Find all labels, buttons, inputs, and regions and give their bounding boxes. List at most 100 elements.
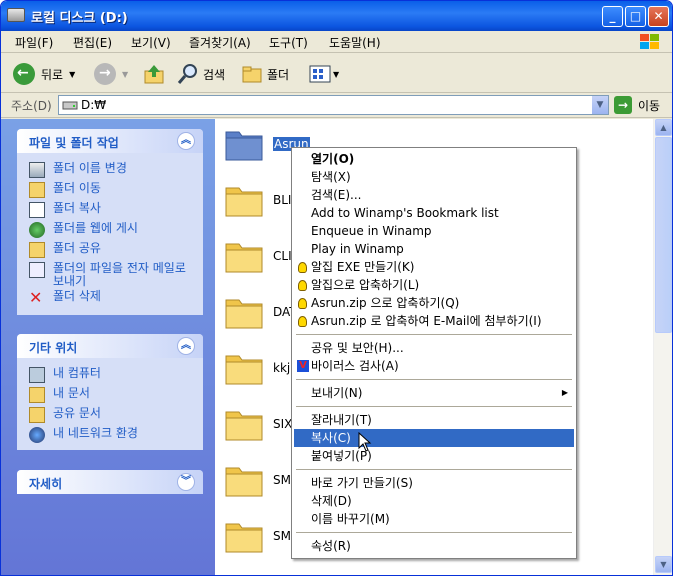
task-share[interactable]: 폴더 공유 xyxy=(29,242,101,258)
shared-folder-icon xyxy=(29,407,45,423)
menu-sharing-security[interactable]: 공유 및 보안(H)... xyxy=(294,339,574,357)
toolbar: ← 뒤로 ▼ → ▼ 검색 폴더 ▼ xyxy=(1,53,672,93)
folder-label: SM xyxy=(273,529,291,543)
address-bar: 주소(D) D:₩ ▼ → 이동 xyxy=(1,93,672,118)
address-value: D:₩ xyxy=(81,98,107,112)
collapse-icon[interactable]: ︽ xyxy=(177,337,195,355)
menu-help[interactable]: 도움말(H) xyxy=(329,34,381,51)
menu-properties[interactable]: 속성(R) xyxy=(294,537,574,555)
menu-separator xyxy=(296,532,572,533)
address-input[interactable]: D:₩ ▼ xyxy=(58,95,609,115)
menu-rename[interactable]: 이름 바꾸기(M) xyxy=(294,510,574,528)
menu-create-shortcut[interactable]: 바로 가기 만들기(S) xyxy=(294,474,574,492)
menu-compress-zip[interactable]: Asrun.zip 으로 압축하기(Q) xyxy=(294,294,574,312)
menu-separator xyxy=(296,334,572,335)
address-dropdown-button[interactable]: ▼ xyxy=(591,96,608,114)
folder-item[interactable]: SM xyxy=(215,455,295,505)
task-email[interactable]: 폴더의 파일을 전자 메일로 보내기 xyxy=(29,262,189,288)
back-dropdown-icon[interactable]: ▼ xyxy=(69,70,75,79)
folders-label: 폴더 xyxy=(267,67,290,82)
submenu-arrow-icon: ▶ xyxy=(561,388,568,397)
drive-small-icon xyxy=(62,101,78,110)
menu-tools[interactable]: 도구(T) xyxy=(269,34,308,51)
menu-copy[interactable]: 복사(C) xyxy=(294,429,574,447)
menu-edit[interactable]: 편집(E) xyxy=(73,34,112,51)
menu-alzip-compress[interactable]: 알집으로 압축하기(L) xyxy=(294,276,574,294)
expand-icon[interactable]: ︾ xyxy=(177,473,195,491)
search-button[interactable]: 검색 xyxy=(177,62,225,86)
task-label: 폴더 삭제 xyxy=(53,289,101,303)
scroll-up-button[interactable]: ▲ xyxy=(655,119,672,136)
menu-favorites[interactable]: 즐겨찾기(A) xyxy=(189,34,251,51)
menu-virus-scan[interactable]: V 바이러스 검사(A) xyxy=(294,357,574,375)
drive-icon xyxy=(7,8,25,22)
folders-icon xyxy=(242,66,262,83)
documents-folder-icon xyxy=(29,387,45,403)
menu-view[interactable]: 보기(V) xyxy=(131,34,171,51)
task-delete[interactable]: ✕ 폴더 삭제 xyxy=(29,290,101,306)
vertical-scrollbar[interactable]: ▲ ▼ xyxy=(653,119,672,575)
maximize-button[interactable]: □ xyxy=(625,6,646,27)
title-bar[interactable]: 로컬 디스크 (D:) _ □ ✕ xyxy=(1,1,672,31)
go-button[interactable]: → 이동 xyxy=(614,96,660,114)
place-network[interactable]: 내 네트워크 환경 xyxy=(29,427,138,443)
forward-button[interactable]: → ▼ xyxy=(94,62,128,86)
menu-cut[interactable]: 잘라내기(T) xyxy=(294,411,574,429)
folder-item[interactable]: CLI xyxy=(215,231,295,281)
task-move[interactable]: 폴더 이동 xyxy=(29,182,101,198)
menu-alzip-exe[interactable]: 알집 EXE 만들기(K) xyxy=(294,258,574,276)
menu-winamp-enqueue[interactable]: Enqueue in Winamp xyxy=(294,222,574,240)
menu-send-to[interactable]: 보내기(N) ▶ xyxy=(294,384,574,402)
place-label: 내 컴퓨터 xyxy=(53,366,101,380)
menu-explore[interactable]: 탐색(X) xyxy=(294,168,574,186)
folder-label: kkj xyxy=(273,361,291,375)
minimize-button[interactable]: _ xyxy=(602,6,623,27)
place-my-documents[interactable]: 내 문서 xyxy=(29,387,90,403)
close-button[interactable]: ✕ xyxy=(648,6,669,27)
folder-icon xyxy=(225,411,263,441)
task-copy[interactable]: 폴더 복사 xyxy=(29,202,101,218)
search-icon xyxy=(177,64,197,84)
task-label: 폴더 이름 변경 xyxy=(53,161,127,175)
folder-icon xyxy=(225,299,263,329)
task-publish-web[interactable]: 폴더를 웹에 게시 xyxy=(29,222,138,238)
collapse-icon[interactable]: ︽ xyxy=(177,132,195,150)
menu-paste[interactable]: 붙여넣기(P) xyxy=(294,447,574,465)
menu-label: 바이러스 검사(A) xyxy=(311,359,399,373)
folder-icon xyxy=(225,355,263,385)
task-label: 폴더 복사 xyxy=(53,201,101,215)
place-shared-documents[interactable]: 공유 문서 xyxy=(29,407,101,423)
menu-delete[interactable]: 삭제(D) xyxy=(294,492,574,510)
search-label: 검색 xyxy=(203,67,226,82)
alzip-icon xyxy=(298,298,307,309)
up-folder-button[interactable] xyxy=(143,62,165,86)
menu-search[interactable]: 검색(E)... xyxy=(294,186,574,204)
scroll-thumb[interactable] xyxy=(655,137,672,333)
menu-compress-email[interactable]: Asrun.zip 로 압축하여 E-Mail에 첨부하기(I) xyxy=(294,312,574,330)
folder-item[interactable]: BLI xyxy=(215,175,295,225)
scroll-down-button[interactable]: ▼ xyxy=(655,556,672,573)
menu-separator xyxy=(296,379,572,380)
menu-open[interactable]: 열기(O) xyxy=(294,150,574,168)
other-places-header[interactable]: 기타 위치 ︽ xyxy=(17,334,203,358)
file-folder-tasks-header[interactable]: 파일 및 폴더 작업 ︽ xyxy=(17,129,203,153)
folder-icon xyxy=(225,187,263,217)
folder-item[interactable]: kkj xyxy=(215,343,295,393)
menu-winamp-play[interactable]: Play in Winamp xyxy=(294,240,574,258)
back-button[interactable]: ← 뒤로 ▼ xyxy=(13,62,75,86)
views-button[interactable]: ▼ xyxy=(309,62,339,86)
place-my-computer[interactable]: 내 컴퓨터 xyxy=(29,367,101,383)
folder-item[interactable]: DAT xyxy=(215,287,297,337)
menu-file[interactable]: 파일(F) xyxy=(15,34,53,51)
folder-label: SM xyxy=(273,473,291,487)
alzip-icon xyxy=(298,280,307,291)
panel-title: 자세히 xyxy=(29,477,63,491)
globe-icon xyxy=(29,222,45,238)
task-rename[interactable]: 폴더 이름 변경 xyxy=(29,162,127,178)
folder-item[interactable]: SM xyxy=(215,511,295,561)
folders-button[interactable]: 폴더 xyxy=(241,62,289,86)
menu-winamp-bookmark[interactable]: Add to Winamp's Bookmark list xyxy=(294,204,574,222)
details-header[interactable]: 자세히 ︾ xyxy=(17,470,203,494)
folder-item[interactable]: SIX xyxy=(215,399,295,449)
place-label: 내 네트워크 환경 xyxy=(53,426,138,440)
